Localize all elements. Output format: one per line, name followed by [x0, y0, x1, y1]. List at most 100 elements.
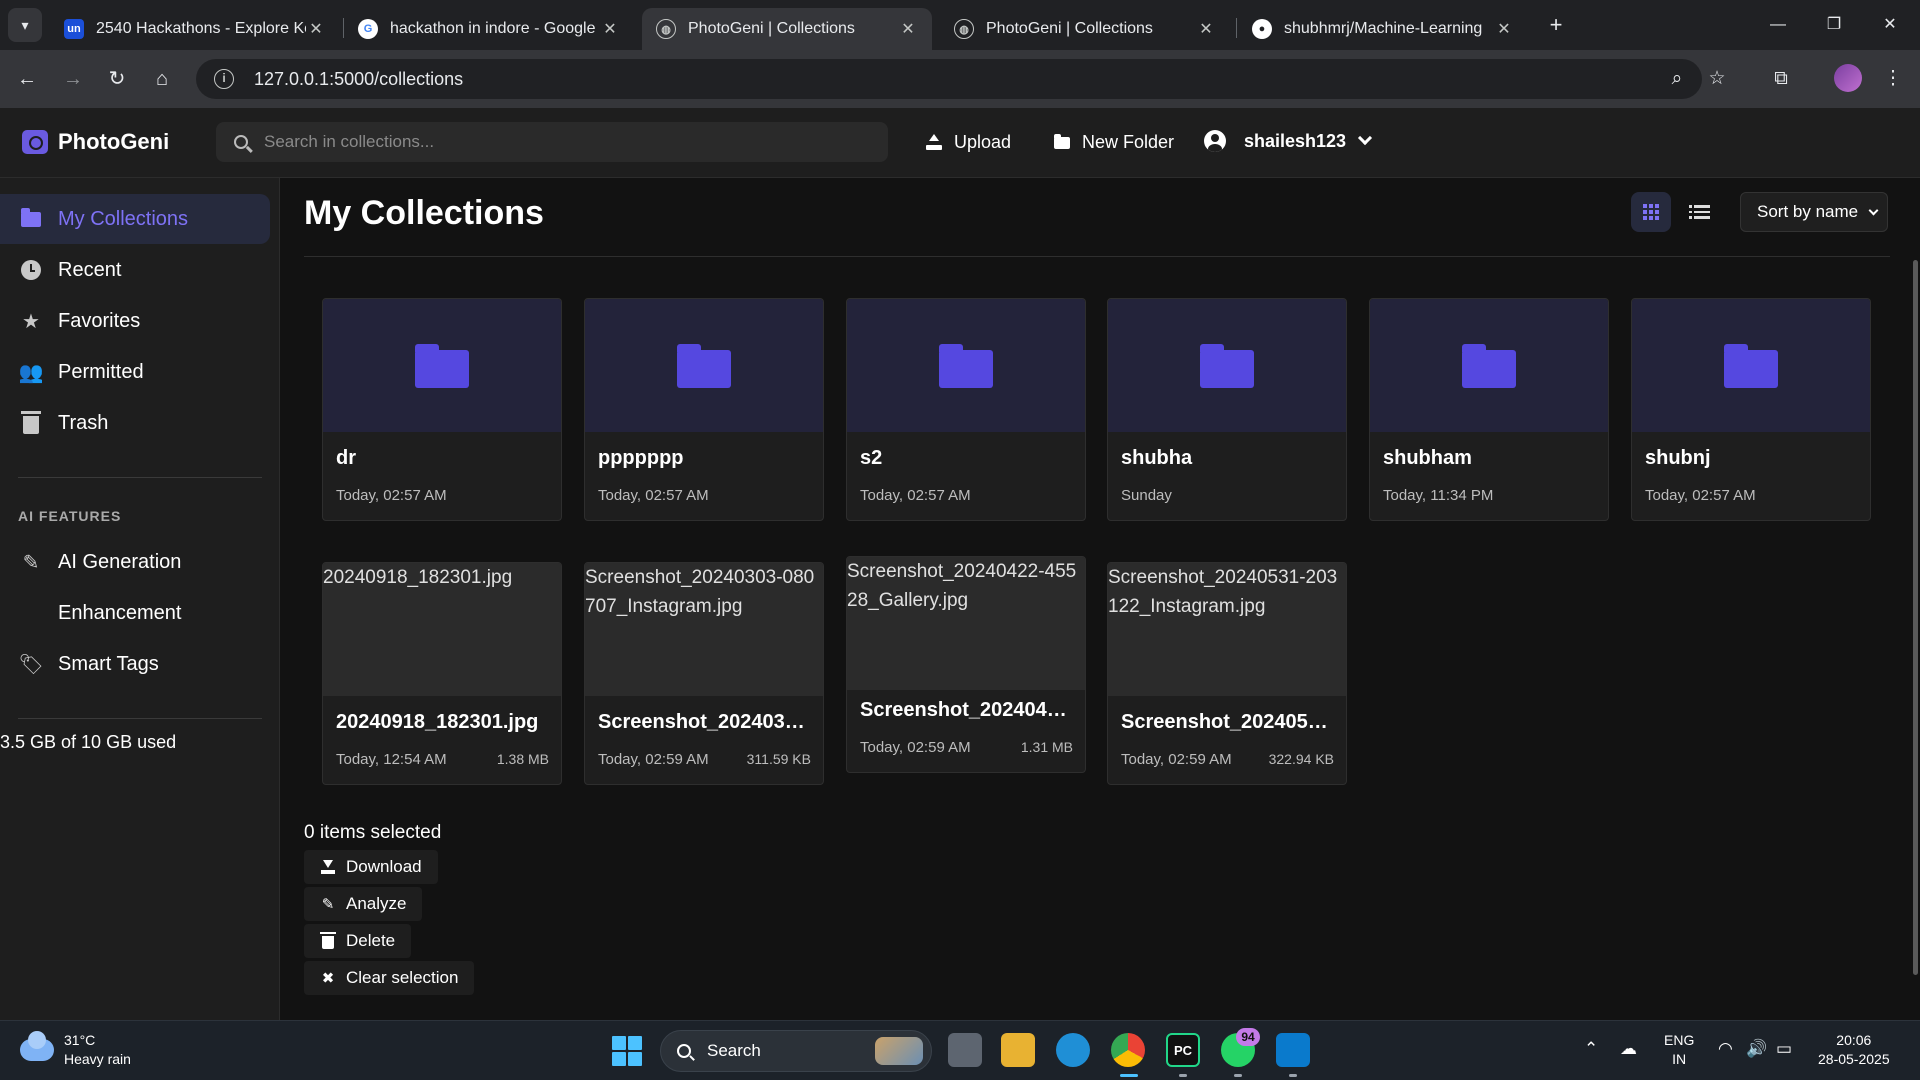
task-view-icon[interactable]: [948, 1033, 982, 1067]
folder-card[interactable]: ppppppp Today, 02:57 AM: [584, 298, 824, 521]
pycharm-icon[interactable]: PC: [1166, 1033, 1200, 1067]
search-icon: [234, 135, 248, 149]
sidebar-item-smart-tags[interactable]: 🏷 Smart Tags: [0, 639, 270, 689]
analyze-label: Analyze: [346, 894, 407, 913]
delete-button[interactable]: Delete: [304, 924, 412, 958]
sidebar-item-ai-generation[interactable]: ✎ AI Generation: [0, 537, 270, 587]
grid-view-button[interactable]: [1631, 192, 1671, 232]
folder-card[interactable]: shubha Sunday: [1107, 298, 1347, 521]
close-icon[interactable]: ✕: [306, 19, 326, 39]
folder-card[interactable]: shubham Today, 11:34 PM: [1369, 298, 1609, 521]
sidebar-item-label: My Collections: [58, 207, 189, 230]
magic-wand-icon: ✎: [321, 896, 335, 913]
folder-card[interactable]: dr Today, 02:57 AM: [322, 298, 562, 521]
sort-select[interactable]: Sort by name: [1740, 192, 1888, 232]
close-icon[interactable]: ✕: [1196, 19, 1216, 39]
delete-label: Delete: [346, 931, 396, 950]
tab-search-button[interactable]: ▾: [8, 8, 42, 42]
sidebar-item-label: Smart Tags: [58, 652, 159, 675]
tab-title: PhotoGeni | Collections: [688, 20, 855, 37]
weather-widget[interactable]: 31°C Heavy rain: [20, 1031, 131, 1069]
close-icon[interactable]: ✕: [898, 19, 918, 39]
sidebar-item-trash[interactable]: Trash: [0, 398, 270, 448]
reload-button[interactable]: ↻: [100, 62, 134, 96]
magic-wand-icon: ✎: [22, 551, 40, 574]
close-window-button[interactable]: ✕: [1862, 8, 1918, 42]
file-date: Today, 12:54 AM: [336, 751, 447, 768]
image-alt-text: Screenshot_20240303-080707_Instagram.jpg: [585, 567, 815, 617]
extensions-icon[interactable]: ⧉: [1764, 62, 1798, 96]
storage-usage: 3.5 GB of 10 GB used: [0, 732, 177, 752]
app-logo[interactable]: PhotoGeni: [22, 129, 169, 155]
minimize-button[interactable]: —: [1750, 8, 1806, 42]
upload-icon: [926, 133, 942, 150]
github-icon: ●: [1252, 19, 1272, 39]
file-card[interactable]: Screenshot_20240422-45528_Gallery.jpg Sc…: [846, 556, 1086, 773]
close-icon[interactable]: ✕: [600, 19, 620, 39]
sidebar-item-my-collections[interactable]: My Collections: [0, 194, 270, 244]
folder-thumbnail: [323, 299, 561, 432]
zoom-icon[interactable]: ⌕: [1660, 62, 1694, 96]
sidebar-item-permitted[interactable]: 👥 Permitted: [0, 347, 270, 397]
bookmark-star-icon[interactable]: ☆: [1700, 62, 1734, 96]
user-menu[interactable]: shailesh123: [1204, 130, 1373, 152]
file-date: Today, 02:59 AM: [1121, 751, 1232, 768]
folder-date: Today, 11:34 PM: [1383, 487, 1494, 504]
edge-icon[interactable]: [1056, 1033, 1090, 1067]
site-info-icon[interactable]: i: [214, 69, 234, 89]
scrollbar-thumb[interactable]: [1913, 260, 1918, 975]
folder-name: shubham: [1383, 447, 1472, 469]
chevron-up-icon[interactable]: ⌃: [1584, 1039, 1598, 1059]
address-bar[interactable]: i 127.0.0.1:5000/collections: [196, 59, 1702, 99]
sidebar-item-enhancement[interactable]: Enhancement: [0, 588, 270, 638]
file-card[interactable]: Screenshot_20240531-203122_Instagram.jpg…: [1107, 562, 1347, 785]
forward-button[interactable]: →: [56, 62, 90, 96]
clock[interactable]: 20:06 28-05-2025: [1818, 1031, 1890, 1069]
close-icon: ✖: [321, 970, 335, 987]
folder-card[interactable]: s2 Today, 02:57 AM: [846, 298, 1086, 521]
collections-search: [216, 122, 888, 162]
browser-tab-google[interactable]: G hackathon in indore - Google S ✕: [344, 8, 634, 50]
clear-selection-button[interactable]: ✖ Clear selection: [304, 961, 475, 995]
app-name: PhotoGeni: [58, 129, 170, 154]
chrome-icon[interactable]: [1111, 1033, 1145, 1067]
browser-menu-icon[interactable]: ⋮: [1876, 62, 1910, 96]
notification-badge: 94: [1236, 1028, 1260, 1046]
upload-label: Upload: [954, 132, 1012, 152]
folder-date: Today, 02:57 AM: [336, 487, 447, 504]
vscode-icon[interactable]: [1276, 1033, 1310, 1067]
restore-button[interactable]: ❐: [1806, 8, 1862, 42]
taskbar-search[interactable]: Search: [660, 1030, 932, 1072]
folder-card[interactable]: shubnj Today, 02:57 AM: [1631, 298, 1871, 521]
file-card[interactable]: 20240918_182301.jpg 20240918_182301.jpg …: [322, 562, 562, 785]
sidebar-icon-placeholder: [20, 602, 42, 624]
volume-icon[interactable]: 🔊: [1746, 1039, 1767, 1059]
upload-button[interactable]: Upload: [926, 132, 1011, 153]
profile-avatar[interactable]: [1834, 64, 1862, 92]
running-app-indicator: [1234, 1074, 1242, 1077]
language-indicator[interactable]: ENG IN: [1664, 1031, 1694, 1069]
new-tab-button[interactable]: +: [1542, 12, 1570, 40]
search-input[interactable]: [264, 132, 864, 152]
sidebar-item-favorites[interactable]: ★ Favorites: [0, 296, 270, 346]
new-folder-button[interactable]: New Folder: [1054, 132, 1174, 153]
browser-tab-photogeni[interactable]: ◍ PhotoGeni | Collections ✕: [940, 8, 1230, 50]
browser-tab-hackathons[interactable]: un 2540 Hackathons - Explore Key ✕: [50, 8, 340, 50]
onedrive-cloud-icon[interactable]: ☁: [1620, 1039, 1637, 1059]
folder-thumbnail: [585, 299, 823, 432]
browser-tab-photogeni-active[interactable]: ◍ PhotoGeni | Collections ✕: [642, 8, 932, 50]
back-button[interactable]: ←: [10, 62, 44, 96]
home-icon[interactable]: ⌂: [145, 62, 179, 96]
windows-start-icon[interactable]: [612, 1036, 642, 1066]
battery-icon[interactable]: ▭: [1776, 1039, 1792, 1059]
download-button[interactable]: Download: [304, 850, 438, 884]
sidebar-item-recent[interactable]: Recent: [0, 245, 270, 295]
browser-tab-github[interactable]: ● shubhmrj/Machine-Learning ✕: [1238, 8, 1528, 50]
file-card[interactable]: Screenshot_20240303-080707_Instagram.jpg…: [584, 562, 824, 785]
folder-date: Today, 02:57 AM: [860, 487, 971, 504]
close-icon[interactable]: ✕: [1494, 19, 1514, 39]
list-view-button[interactable]: [1680, 192, 1720, 232]
analyze-button[interactable]: ✎ Analyze: [304, 887, 423, 921]
file-explorer-icon[interactable]: [1001, 1033, 1035, 1067]
wifi-icon[interactable]: ◠: [1718, 1039, 1733, 1059]
